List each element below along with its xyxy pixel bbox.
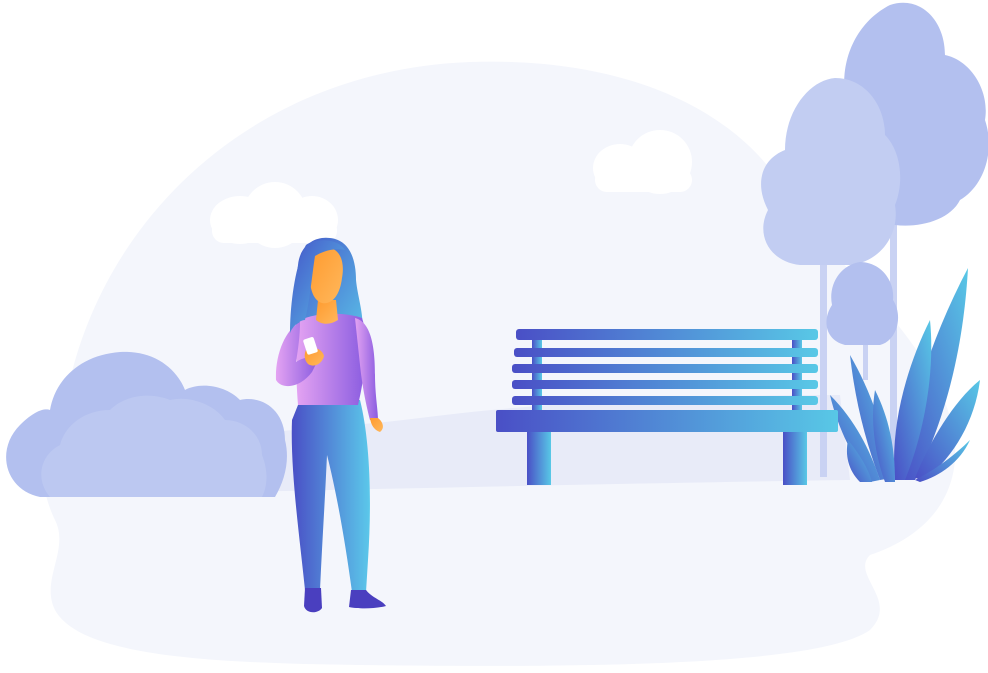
shoe: [304, 588, 322, 613]
park-illustration: [0, 0, 988, 673]
